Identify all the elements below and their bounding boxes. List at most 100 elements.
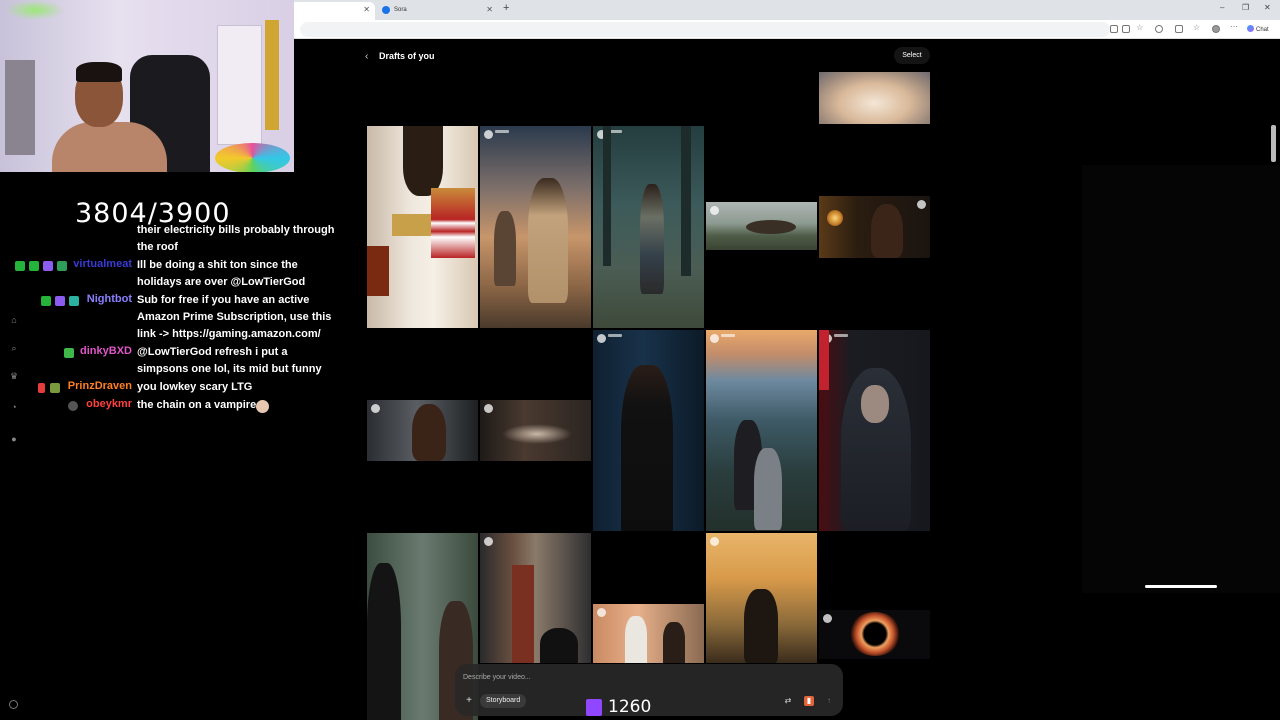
webcam-light [5, 0, 65, 20]
sora-watermark [608, 334, 622, 337]
close-tab-icon[interactable]: ✕ [486, 5, 493, 14]
minimize-icon[interactable]: – [1220, 3, 1224, 12]
video-thumbnail-forest-run[interactable] [593, 126, 704, 328]
video-thumbnail-desert-walk[interactable] [480, 126, 591, 328]
close-tab-icon[interactable]: ✕ [363, 5, 370, 14]
chat-username[interactable]: Nightbot [82, 293, 132, 305]
tile-figure [540, 628, 578, 663]
select-button[interactable]: Select [894, 47, 930, 64]
tile-light [502, 424, 572, 444]
read-aloud-icon[interactable] [1122, 25, 1130, 33]
search-icon[interactable]: ⌕ [9, 343, 19, 353]
video-thumbnail-street-couple[interactable] [593, 604, 704, 663]
sora-watermark-icon [710, 334, 719, 343]
home-icon[interactable]: ⌂ [9, 315, 19, 325]
page-title: Drafts of you [379, 51, 435, 61]
video-thumbnail-hooded[interactable] [819, 330, 930, 531]
chat-message-text: Sub for free if you have an active [137, 294, 310, 306]
maximize-icon[interactable]: ❐ [1242, 3, 1249, 12]
chat-username[interactable]: obeykmr [82, 398, 132, 410]
chevron-left-icon[interactable]: ‹ [365, 51, 368, 62]
gift-icon[interactable]: ▮ [804, 696, 814, 706]
add-icon[interactable]: + [463, 695, 475, 707]
sora-watermark-icon [597, 334, 606, 343]
refresh-icon[interactable] [1155, 25, 1163, 33]
tile-gold-belt [392, 214, 436, 236]
copilot-chat-button[interactable]: Chat [1247, 25, 1269, 33]
gift-badge-icon [57, 261, 67, 271]
settings-icon[interactable] [9, 700, 18, 709]
chat-username[interactable]: PrinzDraven [64, 380, 132, 392]
webcam-streamer-body [52, 122, 167, 172]
video-thumbnail-dark-street[interactable] [480, 400, 591, 461]
tile-figure [367, 563, 401, 720]
profile-avatar[interactable] [1212, 25, 1220, 33]
page-scrollbar[interactable] [1271, 125, 1276, 162]
video-thumbnail-shouting[interactable] [367, 400, 478, 461]
chat-message-text: link -> https://gaming.amazon.com/ [137, 328, 321, 340]
close-window-icon[interactable]: ✕ [1264, 3, 1271, 12]
video-thumbnail-black-hole[interactable] [819, 610, 930, 659]
side-panel [1082, 165, 1280, 593]
video-thumbnail-kfc[interactable] [367, 126, 478, 328]
tile-figure [528, 178, 568, 303]
tile-neon [819, 330, 829, 390]
chat-panel [0, 172, 366, 720]
user-icon[interactable]: ● [9, 434, 19, 444]
bot-badge-icon [69, 296, 79, 306]
chat-username[interactable]: dinkyBXD [78, 345, 132, 357]
chat-message-text: the roof [137, 241, 178, 253]
storyboard-button[interactable]: Storyboard [480, 694, 527, 708]
sora-watermark-icon [917, 200, 926, 209]
badge-icon [43, 261, 53, 271]
emote-icon [256, 400, 269, 413]
chat-message-text: @LowTierGod refresh i put a [137, 346, 288, 358]
star-icon[interactable]: ☆ [1136, 23, 1144, 32]
video-thumbnail-mountain-couple[interactable] [706, 330, 817, 531]
webcam-streamer-hair [76, 62, 122, 82]
new-tab-icon[interactable]: + [503, 2, 509, 14]
video-thumbnail-dinosaur[interactable] [706, 202, 817, 250]
sora-watermark [721, 334, 735, 337]
settings-toggle-icon[interactable]: ⇄ [783, 696, 793, 706]
sora-watermark-icon [484, 130, 493, 139]
chat-message-text: their electricity bills probably through [137, 224, 335, 236]
webcam-pillow [215, 143, 290, 172]
more-icon[interactable]: ⋯ [1230, 22, 1238, 31]
avatar-badge-icon [68, 401, 78, 411]
video-thumbnail-arena[interactable] [706, 533, 817, 663]
tile-figure [754, 448, 782, 530]
tile-tree [681, 126, 691, 276]
sora-watermark-icon [371, 404, 380, 413]
video-thumbnail-clouds[interactable] [819, 72, 930, 124]
tile-kfc-bucket [431, 188, 475, 258]
video-thumbnail-doorbell-cam[interactable] [480, 533, 591, 663]
trophy-icon[interactable]: ♛ [9, 371, 19, 381]
sora-watermark-icon [597, 608, 606, 617]
address-bar[interactable] [300, 22, 1110, 37]
webcam-overlay [0, 0, 294, 172]
prompt-input[interactable]: Describe your video... [463, 674, 531, 681]
video-thumbnail-lamp-portrait[interactable] [819, 196, 930, 258]
chat-username[interactable]: virtualmeat [70, 258, 132, 270]
grid-icon[interactable] [1110, 25, 1118, 33]
split-screen-icon[interactable] [1175, 25, 1183, 33]
badge-icon [41, 296, 51, 306]
sora-watermark-icon [710, 206, 719, 215]
favorites-icon[interactable]: ☆ [1193, 23, 1201, 32]
panel-scroll-indicator[interactable] [1145, 585, 1217, 588]
webcam-shelf [5, 60, 35, 155]
browser-tab-sora[interactable]: Sora ✕ [376, 2, 498, 20]
sora-watermark [495, 130, 509, 133]
badge-icon [15, 261, 25, 271]
bell-icon[interactable]: ◔ [9, 402, 19, 412]
badge-icon [50, 383, 60, 393]
sora-watermark-icon [710, 537, 719, 546]
chat-message-text: you lowkey scary LTG [137, 381, 253, 393]
tile-lamp [827, 210, 843, 226]
submit-arrow-icon[interactable]: ↑ [824, 696, 834, 706]
video-thumbnail-doorway[interactable] [593, 330, 704, 531]
tile-figure [625, 616, 647, 663]
webcam-door [217, 25, 262, 145]
sora-watermark-icon [484, 404, 493, 413]
